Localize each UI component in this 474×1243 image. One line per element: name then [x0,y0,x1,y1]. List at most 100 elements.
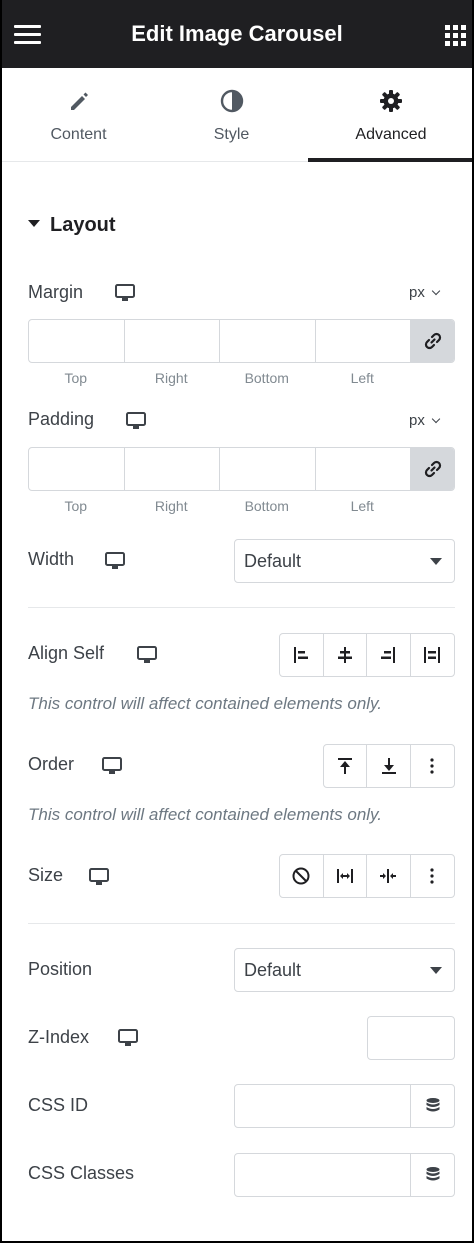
database-icon [426,1098,439,1112]
more-vertical-icon [430,868,434,884]
align-center-button[interactable] [324,634,367,676]
section-title: Layout [50,214,116,236]
margin-bottom-input[interactable] [220,320,316,362]
side-label: Bottom [244,370,289,386]
zindex-input[interactable] [367,1016,455,1060]
database-icon [426,1167,439,1181]
link-values-button[interactable] [411,448,454,490]
half-circle-icon [220,89,243,113]
css-classes-input[interactable] [235,1154,410,1196]
width-select[interactable]: Default [234,539,455,583]
margin-unit-select[interactable]: px [409,284,441,301]
align-start-icon [294,647,309,663]
chevron-down-icon [431,414,441,424]
desktop-icon[interactable] [89,868,109,886]
side-label: Top [64,370,88,386]
padding-right-input[interactable] [125,448,220,490]
divider [28,923,455,924]
order-label: Order [28,754,75,774]
desktop-icon[interactable] [115,284,135,302]
css-classes-field [234,1153,455,1197]
link-values-button[interactable] [411,320,454,362]
width-value: Default [244,551,302,571]
size-grow-button[interactable] [324,855,367,897]
width-label: Width [28,549,75,569]
size-buttons [279,854,455,898]
align-end-button[interactable] [367,634,411,676]
section-layout-toggle[interactable]: Layout [28,214,116,237]
position-label: Position [28,959,93,979]
desktop-icon[interactable] [105,552,125,570]
panel-tabs: Content Style Advanced [2,68,472,162]
tab-content[interactable]: Content [2,68,155,162]
editor-panel: Edit Image Carousel Content Style Advanc… [0,0,474,1243]
order-more-button[interactable] [411,745,454,787]
margin-right-input[interactable] [125,320,220,362]
side-label: Right [154,370,188,386]
arrow-up-to-line-icon [338,758,353,774]
desktop-icon[interactable] [126,412,146,430]
tab-style[interactable]: Style [155,68,308,162]
tab-label: Content [50,126,107,143]
size-more-button[interactable] [411,855,454,897]
css-classes-label: CSS Classes [28,1163,135,1183]
margin-left-input[interactable] [316,320,411,362]
caret-down-icon [28,220,40,228]
size-none-button[interactable] [280,855,324,897]
size-label: Size [28,865,64,885]
align-self-buttons [279,633,455,677]
tab-label: Advanced [355,126,427,143]
panel-title: Edit Image Carousel [131,21,343,46]
dynamic-tags-button[interactable] [410,1085,454,1127]
padding-left-input[interactable] [316,448,411,490]
tab-advanced[interactable]: Advanced [308,68,472,162]
tab-label: Style [213,126,250,143]
css-id-input[interactable] [235,1085,410,1127]
size-shrink-button[interactable] [367,855,411,897]
side-label: Bottom [244,498,289,514]
chevron-down-icon [431,286,441,296]
css-id-label: CSS ID [28,1095,89,1115]
position-value: Default [244,960,302,980]
unit-label: px [409,412,425,429]
arrow-down-to-line-icon [381,758,396,774]
desktop-icon[interactable] [118,1029,138,1047]
padding-label: Padding [28,409,95,429]
link-icon [424,460,441,478]
ban-icon [292,867,310,885]
margin-side-labels: Top Right Bottom Left [28,370,410,386]
gear-icon [380,90,402,112]
panel-header: Edit Image Carousel [2,0,472,68]
position-select[interactable]: Default [234,948,455,992]
link-icon [424,332,441,350]
desktop-icon[interactable] [102,757,122,775]
divider [28,607,455,608]
padding-inputs [28,447,455,491]
desktop-icon[interactable] [137,646,157,664]
unit-label: px [409,284,425,301]
pencil-icon [70,92,88,110]
order-last-button[interactable] [367,745,411,787]
padding-top-input[interactable] [29,448,125,490]
padding-unit-select[interactable]: px [409,412,441,429]
order-first-button[interactable] [324,745,368,787]
order-buttons [323,744,455,788]
margin-label: Margin [28,282,84,302]
side-label: Left [350,370,374,386]
align-self-label: Align Self [28,643,105,663]
side-label: Left [350,498,374,514]
padding-side-labels: Top Right Bottom Left [28,498,410,514]
align-start-button[interactable] [280,634,324,676]
grid-icon[interactable] [445,25,467,47]
side-label: Right [154,498,188,514]
dynamic-tags-button[interactable] [410,1154,454,1196]
align-stretch-button[interactable] [411,634,454,676]
padding-bottom-input[interactable] [220,448,316,490]
align-self-note: This control will affect contained eleme… [28,694,383,713]
caret-down-icon [430,558,442,565]
shrink-horizontal-icon [380,869,397,883]
margin-inputs [28,319,455,363]
align-end-icon [381,647,396,663]
margin-top-input[interactable] [29,320,125,362]
css-id-field [234,1084,455,1128]
